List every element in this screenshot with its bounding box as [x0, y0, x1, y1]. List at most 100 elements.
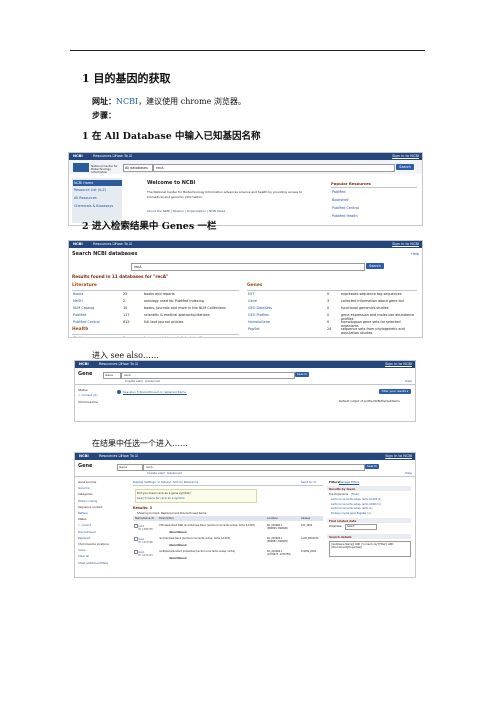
database-select[interactable]: Gene: [103, 372, 121, 379]
advanced-link[interactable]: Advanced: [167, 471, 182, 475]
resources-menu[interactable]: Resources ☑: [93, 242, 116, 246]
see-also-link[interactable]: See also 3 discontinued or replaced item…: [123, 390, 187, 394]
db-description: clusters of expressed transcripts: [341, 337, 415, 338]
ncbi-logo[interactable]: NCBI: [73, 154, 83, 158]
db-name-link[interactable]: GEO DataSets: [248, 306, 272, 310]
suggestion-question: Did you mean recA as a gene symbol?: [137, 491, 191, 495]
create-alert-link[interactable]: Create alert: [125, 379, 143, 383]
header-divider: [75, 476, 415, 477]
filter-item[interactable]: Discontinued: [78, 530, 96, 534]
ncbi-logo[interactable]: NCBI: [73, 242, 83, 246]
search-button[interactable]: Search: [366, 263, 384, 269]
filter-item[interactable]: ✓ current: [78, 523, 91, 527]
resources-menu[interactable]: Resources ☑: [99, 362, 122, 366]
sidebar-item-resource-list[interactable]: Resource List (A-Z): [74, 188, 106, 192]
filter-item[interactable]: Genomic: [78, 486, 90, 490]
db-name-link[interactable]: ClinVar: [73, 336, 85, 337]
db-name-link[interactable]: NLM Catalog: [73, 306, 94, 310]
help-link[interactable]: Help: [405, 379, 412, 383]
gene-description: recombinase RecA [Lactococcus lactis sub…: [159, 537, 230, 540]
how-to-menu[interactable]: How To ☑: [115, 242, 132, 246]
how-to-menu[interactable]: How To ☑: [121, 362, 138, 366]
filter-results-button[interactable]: Filter your results ▾: [379, 389, 411, 394]
how-to-menu[interactable]: How To ☑: [115, 154, 132, 158]
welcome-text-2: biomedical and genomic information.: [147, 195, 204, 199]
taxon-link[interactable]: Lactococcus lactis subsp. lactis (1): [331, 507, 373, 510]
sign-in-link[interactable]: Sign in to NCBI: [385, 362, 412, 366]
search-input[interactable]: recA: [153, 164, 395, 172]
search-button[interactable]: Search: [365, 464, 379, 469]
tree-link[interactable]: [Tree]: [351, 493, 358, 496]
db-name-link[interactable]: Books: [73, 292, 83, 296]
taxon-link[interactable]: Lactococcus lactis subsp. lactis IL1403 …: [331, 498, 381, 501]
db-name-link[interactable]: HomoloGene: [248, 320, 270, 324]
db-name-link[interactable]: UniGene: [248, 337, 263, 338]
search-details-box[interactable]: (recA[Gene Name]) AND ("current only"[Fi…: [329, 541, 411, 557]
results-top-divider: [133, 485, 323, 486]
popular-pubmed-central[interactable]: PubMed Central: [332, 206, 359, 210]
taxon-link[interactable]: Dickeya oryzae gene flagellar (1): [331, 512, 371, 515]
send-to-menu[interactable]: Send to: ☑: [301, 480, 316, 484]
advanced-link[interactable]: Advanced: [145, 379, 160, 383]
sidebar-item-ncbi-home[interactable]: NCBI Home: [73, 180, 122, 186]
welcome-links[interactable]: About the NCBI | Mission | Organization …: [147, 209, 225, 213]
screenshot-gene-results: NCBI Resources ☑ How To ☑ Sign in to NCB…: [74, 452, 416, 578]
help-link[interactable]: Help: [405, 471, 412, 475]
db-name-link[interactable]: Gene: [248, 299, 257, 303]
popular-pubmed-health[interactable]: PubMed Health: [332, 214, 358, 218]
step-2-heading: 2 进入检索结果中 Genes 一栏: [82, 221, 217, 232]
search-input[interactable]: recA: [143, 464, 365, 471]
database-select[interactable]: Gene: [117, 464, 143, 471]
sign-in-link[interactable]: Sign in to NCBI: [392, 242, 419, 246]
sign-in-link[interactable]: Sign in to NCBI: [392, 154, 419, 158]
db-name-link[interactable]: PubMed Central: [73, 320, 100, 324]
db-name-link[interactable]: EST: [248, 292, 254, 296]
filter-item: Status: [78, 517, 87, 522]
search-input[interactable]: recA: [131, 263, 365, 271]
help-link[interactable]: Help: [411, 252, 419, 256]
ncbi-logo[interactable]: NCBI: [79, 362, 89, 366]
gene-alias: LACE_RS02330: [301, 537, 319, 540]
db-name-link[interactable]: GEO Profiles: [248, 313, 269, 317]
db-name-link[interactable]: PopSet: [248, 327, 260, 331]
ncbi-top-bar: NCBI Resources ☑ How To ☑ Sign in to NCB…: [75, 453, 415, 460]
database-title: Gene: [78, 371, 93, 377]
filter-current[interactable]: ✓ current (0): [78, 393, 98, 397]
resources-menu[interactable]: Resources ☑: [93, 154, 116, 158]
db-name-link[interactable]: MeSH: [73, 299, 83, 303]
steps-label: 步骤：: [92, 110, 116, 120]
db-description: full-text journal articles: [144, 320, 184, 324]
display-settings[interactable]: Display Settings: ☑ Tabular, Sort by Rel…: [133, 480, 198, 484]
page-title: Search NCBI databases: [72, 251, 138, 257]
results-summary: Results found in 11 databases for "recA": [72, 274, 169, 279]
popular-bookshelf[interactable]: Bookshelf: [332, 198, 349, 202]
sidebar-item-chemicals[interactable]: Chemicals & Bioassays: [74, 204, 113, 208]
filter-item[interactable]: RefSeq: [78, 511, 87, 515]
sidebar-item-all-resources[interactable]: All Resources: [74, 196, 97, 200]
ncbi-link[interactable]: NCBI: [116, 97, 138, 106]
create-alert-link[interactable]: Create alert: [147, 471, 165, 475]
filter-item[interactable]: Replaced: [78, 536, 90, 540]
manage-filters-link[interactable]: Manage Filters: [339, 480, 359, 484]
filter-item[interactable]: more...: [78, 548, 88, 552]
url-line: 网址：NCBI，建议使用 chrome 浏览器。: [92, 96, 246, 107]
database-select[interactable]: All databases: [123, 164, 153, 172]
how-to-menu[interactable]: How To ☑: [121, 454, 138, 458]
search-button[interactable]: Search: [396, 164, 414, 170]
related-database-select[interactable]: Select: [345, 524, 377, 530]
suggestion-link[interactable]: Search Gene for recA as a symbol: [137, 496, 184, 500]
filter-item[interactable]: Protein coding: [78, 499, 97, 503]
filter-item[interactable]: Show additional filters: [78, 561, 108, 565]
ncbi-logo[interactable]: NCBI: [79, 454, 89, 458]
resources-menu[interactable]: Resources ☑: [99, 454, 122, 458]
filter-item[interactable]: Clear all: [78, 554, 89, 558]
popular-pubmed[interactable]: PubMed: [332, 190, 345, 194]
ncbi-big-logo: [73, 163, 89, 172]
db-name-link[interactable]: PubMed: [73, 313, 86, 317]
search-button[interactable]: Search: [295, 372, 309, 377]
database-label: Database:: [329, 525, 343, 528]
search-input[interactable]: recA: [121, 372, 295, 379]
gene-location: NC_002662.1 (889887..890999): [267, 537, 288, 543]
sign-in-link[interactable]: Sign in to NCBI: [385, 454, 412, 458]
taxon-link[interactable]: Lactococcus lactis subsp. lactis Il1403 …: [331, 503, 381, 506]
